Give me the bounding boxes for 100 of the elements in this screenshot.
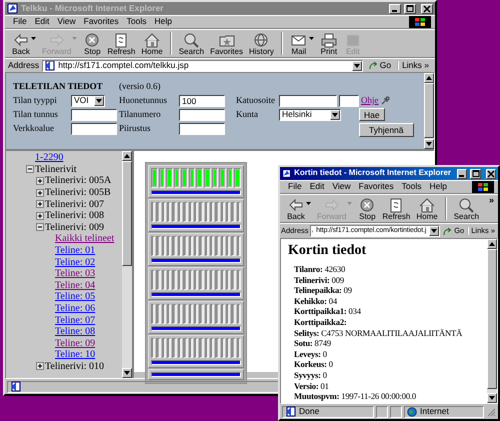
text-field[interactable] <box>339 94 359 107</box>
text-field[interactable] <box>179 122 225 135</box>
tree-item[interactable]: Telinerivi: 005B <box>45 187 111 198</box>
page-heading: Kortin tiedot <box>288 243 368 259</box>
menu-item[interactable]: Favorites <box>354 182 398 192</box>
minimize-button[interactable] <box>457 168 468 178</box>
tree-link[interactable]: Teline: 07 <box>55 314 96 326</box>
tree-link[interactable]: Teline: 01 <box>55 245 96 256</box>
menu-item[interactable]: View <box>53 17 80 27</box>
maximize-button[interactable] <box>470 168 481 178</box>
home-button[interactable]: Home <box>413 196 441 221</box>
scroll-up-button[interactable] <box>122 151 132 161</box>
scroll-thumb[interactable] <box>424 83 434 138</box>
tree-item[interactable]: Telinerivi: 005A <box>45 175 112 186</box>
refresh-button[interactable]: Refresh <box>379 196 414 221</box>
address-field[interactable]: http://sf171.comptel.com/telkku.jsp <box>42 60 363 72</box>
menu-item[interactable]: Favorites <box>80 17 123 27</box>
tree-item[interactable]: Telinerivi: 010 <box>45 360 104 372</box>
back-button[interactable]: Back <box>284 196 308 221</box>
menu-item[interactable]: View <box>328 182 355 192</box>
field-label: Verkkoalue <box>13 124 55 134</box>
detail-line: Selitys: C4753 NORMAALITILAAJALIITÄNTÄ <box>294 328 464 338</box>
menu-item[interactable]: Help <box>150 17 176 27</box>
tree-item[interactable]: Telinerivi: 009 <box>45 222 104 233</box>
stop-button[interactable]: Stop <box>80 31 104 56</box>
tree-link[interactable]: Teline: 08 <box>55 326 96 338</box>
tree-link[interactable]: Teline: 03 <box>55 268 96 280</box>
maximize-icon <box>406 4 414 12</box>
go-button[interactable]: Go <box>366 60 394 70</box>
arrow-up-icon <box>123 153 131 159</box>
menu-item[interactable]: Tools <box>122 17 150 27</box>
menu-item[interactable]: Edit <box>30 17 54 27</box>
tree-link[interactable]: Teline: 02 <box>55 256 96 268</box>
links-button[interactable]: Links » <box>397 60 432 70</box>
dropdown-button[interactable] <box>429 226 440 236</box>
menu-item[interactable]: Tools <box>398 182 426 192</box>
version-text: (versio 0.6) <box>119 82 160 92</box>
dropdown-button[interactable] <box>352 60 362 70</box>
search-button[interactable]: Search <box>450 196 482 221</box>
field-label: Huonetunnus <box>119 96 168 106</box>
close-button[interactable] <box>486 168 496 178</box>
scroll-up-button[interactable] <box>424 73 434 83</box>
menu-item[interactable]: Help <box>425 182 451 192</box>
menu-item[interactable]: Edit <box>306 182 328 192</box>
tree-link[interactable]: Kaikki telineet <box>55 233 114 244</box>
tree-link[interactable]: 1-2290 <box>35 152 64 164</box>
scroll-down-button[interactable] <box>424 139 434 149</box>
dropdown-field[interactable]: Helsinki <box>279 108 341 121</box>
print-button[interactable]: Print <box>316 31 341 56</box>
home-button[interactable]: Home <box>138 31 166 56</box>
tree-link[interactable]: Teline: 09 <box>55 338 96 349</box>
scroll-thumb[interactable] <box>122 161 132 266</box>
maximize-button[interactable] <box>404 4 416 14</box>
scroll-down-button[interactable] <box>122 368 132 378</box>
field-label: Katuosoite <box>236 96 276 106</box>
search-button[interactable]: Search <box>176 31 208 56</box>
text-field[interactable] <box>279 94 337 107</box>
page-icon <box>44 60 56 70</box>
clear-button[interactable]: Tyhjennä <box>359 123 414 138</box>
menu-item[interactable]: File <box>284 182 306 192</box>
tree-item[interactable]: Telinerivi: 007 <box>45 198 104 210</box>
caret-icon <box>352 62 361 68</box>
detail-line: Korttipaikka2: <box>294 316 348 328</box>
page-icon <box>10 381 21 392</box>
menu-item[interactable]: File <box>9 17 31 27</box>
tree-link[interactable]: Teline: 06 <box>55 303 96 314</box>
refresh-button[interactable]: Refresh <box>104 31 138 56</box>
zone-pane: Internet <box>404 406 484 418</box>
window-title: Kortin tiedot - Microsoft Internet Explorer <box>294 169 452 178</box>
text-field[interactable] <box>71 108 117 121</box>
text-field[interactable] <box>179 108 225 121</box>
scroll-up-button[interactable] <box>487 239 497 249</box>
mail-button[interactable]: Mail <box>286 31 311 56</box>
scrollbar[interactable] <box>424 73 434 149</box>
dropdown-field[interactable]: VOI <box>71 94 105 107</box>
arrow-down-icon <box>123 370 131 376</box>
flag-logo-icon <box>414 17 426 27</box>
globe-icon <box>407 406 417 416</box>
text-field[interactable] <box>71 122 117 135</box>
flag-logo-icon <box>477 182 489 192</box>
text-field[interactable]: 100 <box>179 94 225 107</box>
search-icon <box>457 197 476 213</box>
scrollbar[interactable] <box>122 151 132 378</box>
detail-line: Muutospvm: 1997-11-26 00:00:00.0 <box>294 391 417 402</box>
help-link[interactable]: Ohje <box>361 96 378 106</box>
more-button[interactable]: » <box>488 196 494 206</box>
tree-link[interactable]: Teline: 10 <box>55 349 96 360</box>
tree-link[interactable]: Teline: 04 <box>55 280 96 291</box>
back-button[interactable]: Back <box>9 31 33 56</box>
tree-link[interactable]: Teline: 05 <box>55 291 96 302</box>
history-button[interactable]: History <box>246 31 277 56</box>
stop-button[interactable]: Stop <box>355 196 380 221</box>
home-icon <box>143 32 162 48</box>
field-label: Kunta <box>236 110 259 120</box>
scroll-down-button[interactable] <box>487 393 497 403</box>
tree-item[interactable]: Telinerivit <box>35 164 77 175</box>
minimize-button[interactable] <box>389 4 401 14</box>
favorites-button[interactable]: Favorites <box>207 31 246 56</box>
search-button[interactable]: Hae <box>359 108 385 122</box>
tree-item[interactable]: Telinerivi: 008 <box>45 210 104 222</box>
